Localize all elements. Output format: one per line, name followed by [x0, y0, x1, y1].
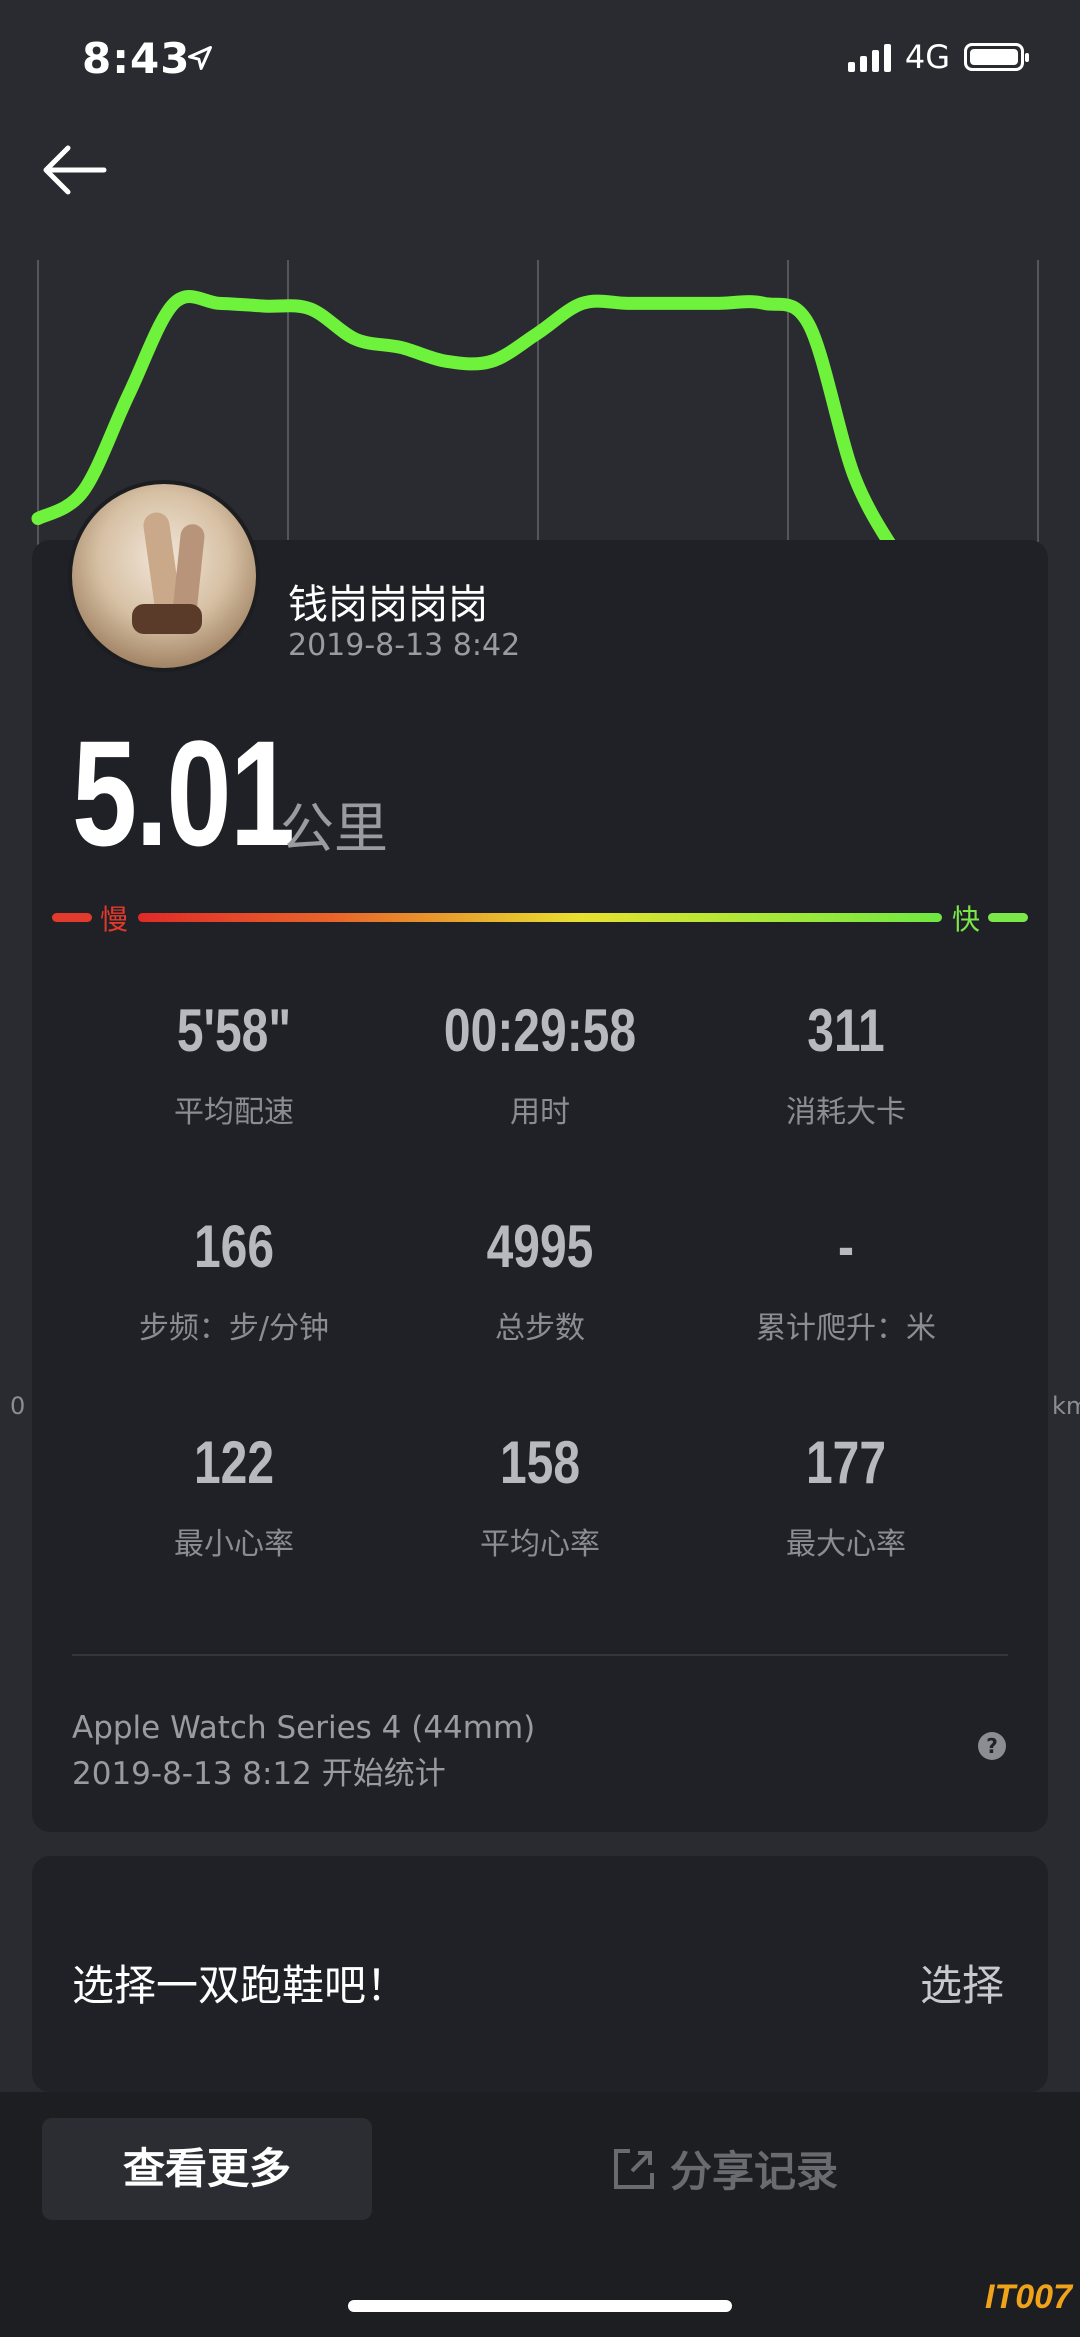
- share-label: 分享记录: [670, 2147, 839, 2196]
- stat-cadence: 166 步频：步/分钟: [84, 1212, 384, 1347]
- stat-calories: 311 消耗大卡: [696, 996, 996, 1131]
- speed-fast-label: 快: [952, 903, 981, 936]
- stat-value: 122: [193, 1429, 275, 1496]
- stat-duration: 00:29:58 用时: [390, 996, 690, 1131]
- divider: [72, 1654, 1008, 1656]
- stat-value: 311: [807, 997, 885, 1064]
- stat-value: 166: [193, 1213, 275, 1280]
- stat-label: 总步数: [495, 1311, 585, 1346]
- avatar[interactable]: [72, 484, 256, 668]
- stat-label: 步频：步/分钟: [138, 1311, 330, 1346]
- stat-label: 用时: [510, 1095, 570, 1130]
- back-arrow-icon[interactable]: [38, 140, 108, 200]
- stat-label: 平均配速: [174, 1095, 294, 1130]
- stat-label: 最小心率: [174, 1527, 294, 1562]
- watermark-logo: IT007: [985, 2278, 1072, 2316]
- signal-icon: [847, 42, 891, 72]
- stat-value: -: [838, 1213, 854, 1280]
- stat-value: 158: [499, 1429, 581, 1496]
- view-more-button[interactable]: 查看更多: [42, 2118, 372, 2220]
- help-icon[interactable]: ?: [978, 1732, 1006, 1760]
- home-indicator: [348, 2300, 732, 2312]
- tracking-start: 2019-8-13 8:12 开始统计: [72, 1756, 446, 1792]
- speed-bar-left-cap: [52, 913, 92, 922]
- status-right: 4G: [847, 38, 1029, 76]
- stat-elevation-gain: - 累计爬升：米: [696, 1212, 996, 1347]
- stat-value: 5'58": [176, 997, 292, 1064]
- side-label-right: km: [1052, 1392, 1080, 1420]
- stat-label: 累计爬升：米: [756, 1311, 936, 1346]
- distance-value: 5.01: [72, 709, 295, 877]
- run-datetime: 2019-8-13 8:42: [288, 628, 521, 663]
- speed-slow-label: 慢: [100, 903, 129, 936]
- shoe-prompt: 选择一双跑鞋吧！: [72, 1961, 409, 2010]
- battery-icon: [964, 43, 1029, 71]
- stat-min-heart-rate: 122 最小心率: [84, 1428, 384, 1563]
- stat-avg-heart-rate: 158 平均心率: [390, 1428, 690, 1563]
- stat-value: 00:29:58: [443, 997, 637, 1064]
- stat-avg-pace: 5'58" 平均配速: [84, 996, 384, 1131]
- stat-value: 4995: [486, 1213, 594, 1280]
- location-icon: [188, 46, 212, 70]
- stat-max-heart-rate: 177 最大心率: [696, 1428, 996, 1563]
- stat-label: 平均心率: [480, 1527, 600, 1562]
- stat-total-steps: 4995 总步数: [390, 1212, 690, 1347]
- distance-unit: 公里: [280, 797, 388, 860]
- share-icon: [614, 2148, 654, 2189]
- stat-value: 177: [805, 1429, 887, 1496]
- status-time: 8:43: [82, 34, 191, 83]
- user-name: 钱岗岗岗岗: [288, 582, 488, 628]
- stat-label: 消耗大卡: [786, 1095, 906, 1130]
- network-label: 4G: [904, 38, 950, 76]
- stat-label: 最大心率: [786, 1527, 906, 1562]
- select-shoe-button[interactable]: 选择: [920, 1952, 1004, 2013]
- share-button[interactable]: 分享记录: [610, 2138, 838, 2199]
- device-name: Apple Watch Series 4 (44mm): [72, 1710, 536, 1746]
- speed-gradient-bar: [138, 913, 942, 922]
- speed-bar-right-cap: [988, 913, 1028, 922]
- side-label-left: 0: [10, 1392, 26, 1420]
